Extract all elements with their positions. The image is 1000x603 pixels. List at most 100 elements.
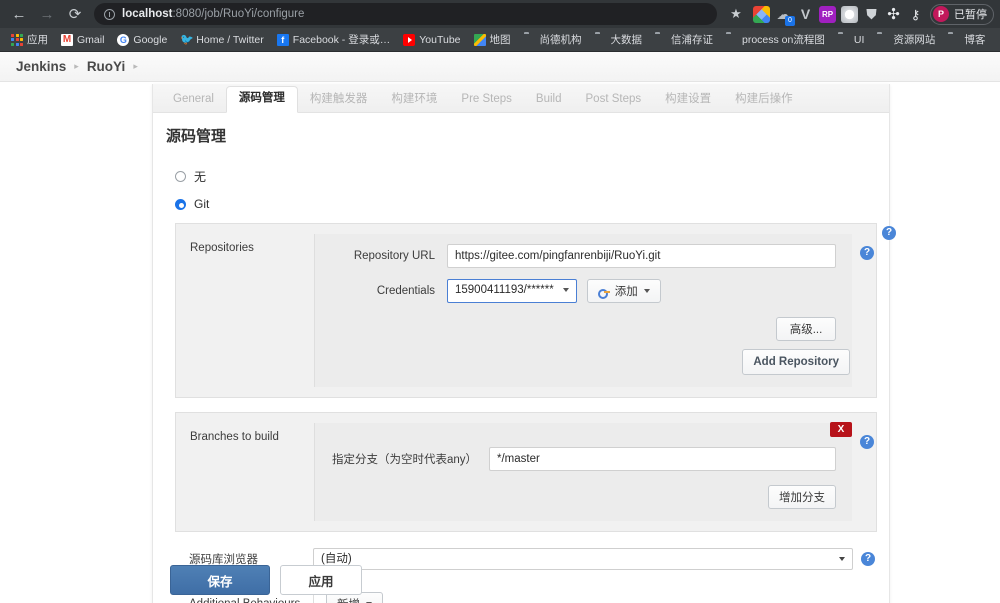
bookmark-folder-blog[interactable]: 博客 [943, 30, 990, 49]
youtube-icon [403, 34, 415, 46]
additional-behaviours-control: 新增 [313, 592, 853, 603]
tab-build[interactable]: Build [524, 88, 574, 113]
bookmark-label: UI [854, 34, 865, 46]
bookmark-gmail[interactable]: Gmail [56, 32, 109, 48]
apps-grid-icon [11, 34, 23, 46]
profile-chip[interactable]: P 已暂停 [930, 4, 994, 25]
add-credentials-button[interactable]: 添加 [587, 279, 661, 303]
back-button[interactable]: ← [6, 2, 32, 26]
credentials-label: Credentials [329, 285, 447, 297]
folder-icon [655, 34, 667, 46]
bookmark-folder-shangde[interactable]: 尚德机构 [519, 30, 587, 49]
chevron-down-icon [644, 289, 650, 293]
branch-help-icon[interactable]: ? [860, 435, 874, 449]
bookmark-facebook[interactable]: f Facebook - 登录或… [272, 30, 395, 49]
content-wrapper: General 源码管理 构建触发器 构建环境 Pre Steps Build … [0, 82, 1000, 603]
advanced-row: 高级... [329, 317, 836, 341]
tab-build-environment[interactable]: 构建环境 [379, 88, 449, 113]
bookmark-google[interactable]: G Google [112, 32, 172, 48]
google-maps-icon [474, 34, 486, 46]
forward-button[interactable]: → [34, 2, 60, 26]
tab-post-build-actions[interactable]: 构建后操作 [723, 88, 805, 113]
repository-url-input[interactable] [447, 244, 836, 268]
radio-git-icon[interactable] [175, 199, 186, 210]
page-title: 源码管理 [166, 125, 879, 146]
breadcrumb-item-jenkins[interactable]: Jenkins [16, 59, 66, 74]
breadcrumb-separator-icon: ▸ [133, 61, 138, 72]
rp-extension-icon[interactable]: RP [819, 6, 836, 23]
reload-button[interactable]: ⟳ [62, 2, 88, 26]
bookmark-apps[interactable]: 应用 [6, 30, 53, 49]
bookmark-label: YouTube [419, 34, 460, 46]
scm-option-none[interactable]: 无 [175, 168, 879, 185]
repository-browser-select[interactable]: (自动) [313, 548, 853, 570]
site-info-icon[interactable] [104, 9, 115, 20]
address-bar[interactable]: localhost:8080/job/RuoYi/configure [94, 3, 717, 25]
url-path: :8080/job/RuoYi/configure [172, 8, 304, 20]
form-action-bar: 保存 应用 [160, 559, 372, 603]
tab-post-steps[interactable]: Post Steps [574, 88, 654, 113]
bookmark-star-icon[interactable]: ★ [725, 6, 747, 22]
credentials-select[interactable]: 15900411193/****** [447, 279, 577, 303]
jenkins-page: Jenkins ▸ RuoYi ▸ General 源码管理 构建触发器 构建环… [0, 52, 1000, 603]
vimium-extension-icon[interactable]: V [797, 6, 814, 23]
repository-url-help-icon[interactable]: ? [860, 246, 874, 260]
extension-icons: ☁0 V RP ⛊ ✣ ⚷ [749, 6, 924, 23]
tab-general[interactable]: General [161, 88, 226, 113]
bookmark-maps[interactable]: 地图 [469, 30, 516, 49]
bookmark-label: 尚德机构 [540, 32, 582, 47]
add-repository-row: Add Repository [329, 349, 850, 375]
google-photos-extension-icon[interactable] [753, 6, 770, 23]
profile-status-text: 已暂停 [954, 6, 987, 22]
bookmark-label: Facebook - 登录或… [293, 32, 390, 47]
bookmark-folder-ui[interactable]: UI [833, 32, 870, 48]
branches-block: Branches to build X 指定分支（为空时代表any） ? 增加分… [175, 412, 877, 532]
branch-spec-input[interactable] [489, 447, 836, 471]
add-repository-button[interactable]: Add Repository [742, 349, 850, 375]
save-button[interactable]: 保存 [170, 565, 270, 595]
tab-source-code-management[interactable]: 源码管理 [226, 86, 298, 114]
breadcrumb-item-ruoyi[interactable]: RuoYi [87, 59, 126, 74]
bookmark-folder-xinpu[interactable]: 信浦存证 [650, 30, 718, 49]
branch-spec-row: 指定分支（为空时代表any） ? [329, 447, 836, 471]
gmail-icon [61, 34, 73, 46]
folder-icon [948, 34, 960, 46]
delete-branch-button[interactable]: X [830, 422, 852, 437]
google-icon: G [117, 34, 129, 46]
scm-option-git[interactable]: Git [175, 197, 879, 211]
breadcrumb: Jenkins ▸ RuoYi ▸ [0, 52, 1000, 82]
folder-icon [877, 34, 889, 46]
scm-option-label: 无 [194, 168, 206, 185]
bookmark-label: Gmail [77, 34, 104, 46]
adblock-shield-extension-icon[interactable]: ⛊ [863, 6, 880, 23]
bookmark-twitter[interactable]: 🐦 Home / Twitter [175, 32, 269, 48]
branches-fields: X 指定分支（为空时代表any） ? 增加分支 [314, 423, 852, 521]
add-branch-button[interactable]: 增加分支 [768, 485, 836, 509]
bookmark-folder-bigdata[interactable]: 大数据 [590, 30, 648, 49]
add-branch-row: 增加分支 [329, 485, 836, 509]
repository-browser-help-icon[interactable]: ? [861, 552, 875, 566]
facebook-icon: f [277, 34, 289, 46]
bookmark-folder-processon[interactable]: process on流程图 [721, 30, 830, 49]
tab-build-settings[interactable]: 构建设置 [653, 88, 723, 113]
breadcrumb-separator-icon: ▸ [74, 61, 79, 72]
config-tabs: General 源码管理 构建触发器 构建环境 Pre Steps Build … [153, 84, 889, 113]
scm-form: 源码管理 无 Git ? Repositories [153, 113, 889, 603]
cloud-badge-count: 0 [785, 16, 795, 26]
radio-none-icon[interactable] [175, 171, 186, 182]
cloud-sync-extension-icon[interactable]: ☁0 [775, 6, 792, 23]
advanced-button[interactable]: 高级... [776, 317, 836, 341]
bookmark-label: Home / Twitter [196, 34, 264, 46]
tab-pre-steps[interactable]: Pre Steps [449, 88, 524, 113]
tab-build-triggers[interactable]: 构建触发器 [298, 88, 380, 113]
puzzle-extensions-menu-icon[interactable]: ✣ [885, 6, 902, 23]
password-key-extension-icon[interactable]: ⚷ [907, 6, 924, 23]
bookmarks-bar: 应用 Gmail G Google 🐦 Home / Twitter f Fac… [0, 28, 1000, 52]
repository-browser-control: (自动) ? [313, 548, 853, 570]
repositories-group-label: Repositories [176, 234, 314, 254]
repositories-help-icon[interactable]: ? [882, 226, 896, 240]
bookmark-folder-resources[interactable]: 资源网站 [872, 30, 940, 49]
apply-button[interactable]: 应用 [280, 565, 362, 595]
opera-extension-icon[interactable] [841, 6, 858, 23]
bookmark-youtube[interactable]: YouTube [398, 32, 465, 48]
